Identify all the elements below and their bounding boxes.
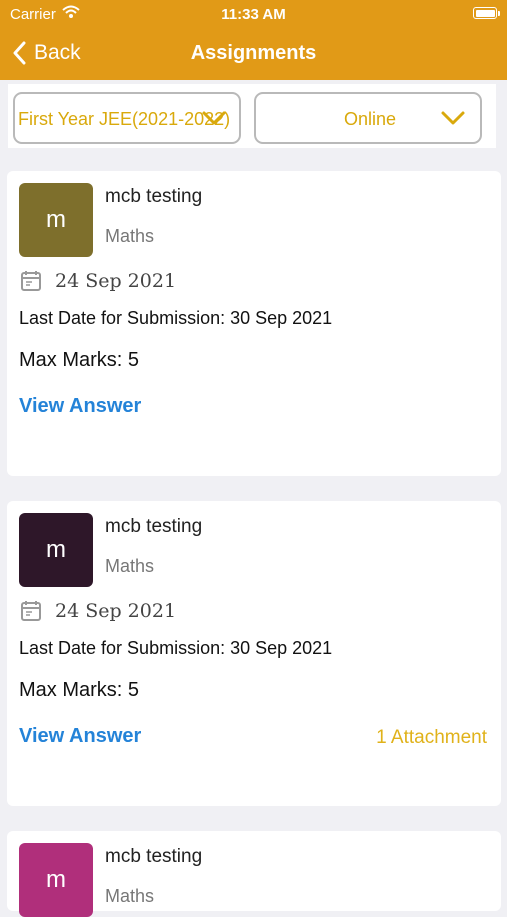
- assignment-subject: Maths: [105, 226, 155, 246]
- battery-icon: [473, 7, 497, 19]
- course-dropdown[interactable]: First Year JEE(2021-2022): [13, 92, 241, 144]
- assignment-subject: Maths: [105, 556, 155, 576]
- course-dropdown-value: First Year JEE(2021-2022): [18, 109, 231, 129]
- assignment-date-row: 24 Sep 2021: [19, 599, 176, 623]
- page-title: Assignments: [190, 42, 317, 64]
- chevron-down-icon: [441, 111, 465, 125]
- battery-tip: [498, 11, 500, 16]
- max-marks: Max Marks: 5: [19, 679, 140, 701]
- navigation-bar: Back Assignments: [0, 30, 507, 76]
- clock: 11:33 AM: [221, 6, 286, 23]
- avatar: m: [19, 513, 93, 587]
- assignment-title: mcb testing: [105, 516, 203, 537]
- assignment-subject: Maths: [105, 886, 155, 906]
- mode-dropdown[interactable]: Online: [254, 92, 482, 144]
- view-answer-link[interactable]: View Answer: [19, 725, 141, 748]
- calendar-icon: [21, 271, 41, 291]
- attachment-link[interactable]: 1 Attachment: [376, 727, 487, 749]
- filter-bar: First Year JEE(2021-2022) Online: [8, 84, 496, 148]
- app-header: Carrier 11:33 AM Back Assignments: [0, 0, 507, 80]
- view-answer-link[interactable]: View Answer: [19, 395, 141, 418]
- assignment-date: 24 Sep 2021: [55, 270, 177, 292]
- submission-deadline: Last Date for Submission: 30 Sep 2021: [19, 638, 333, 658]
- submission-deadline: Last Date for Submission: 30 Sep 2021: [19, 308, 333, 328]
- assignment-card[interactable]: m mcb testing Maths 24 Sep 2021 Last Dat…: [7, 171, 501, 476]
- assignment-date: 24 Sep 2021: [55, 600, 177, 622]
- assignment-title: mcb testing: [105, 186, 203, 207]
- max-marks: Max Marks: 5: [19, 349, 140, 371]
- avatar: m: [19, 843, 93, 917]
- assignment-card[interactable]: m mcb testing Maths 24 Sep 2021 Last Dat…: [7, 501, 501, 806]
- assignment-date-row: 24 Sep 2021: [19, 269, 176, 293]
- assignment-card[interactable]: m mcb testing Maths: [7, 831, 501, 917]
- assignment-title: mcb testing: [105, 846, 203, 867]
- chevron-down-icon: [202, 111, 226, 125]
- calendar-icon: [21, 601, 41, 621]
- avatar: m: [19, 183, 93, 257]
- status-bar: Carrier 11:33 AM: [0, 0, 507, 28]
